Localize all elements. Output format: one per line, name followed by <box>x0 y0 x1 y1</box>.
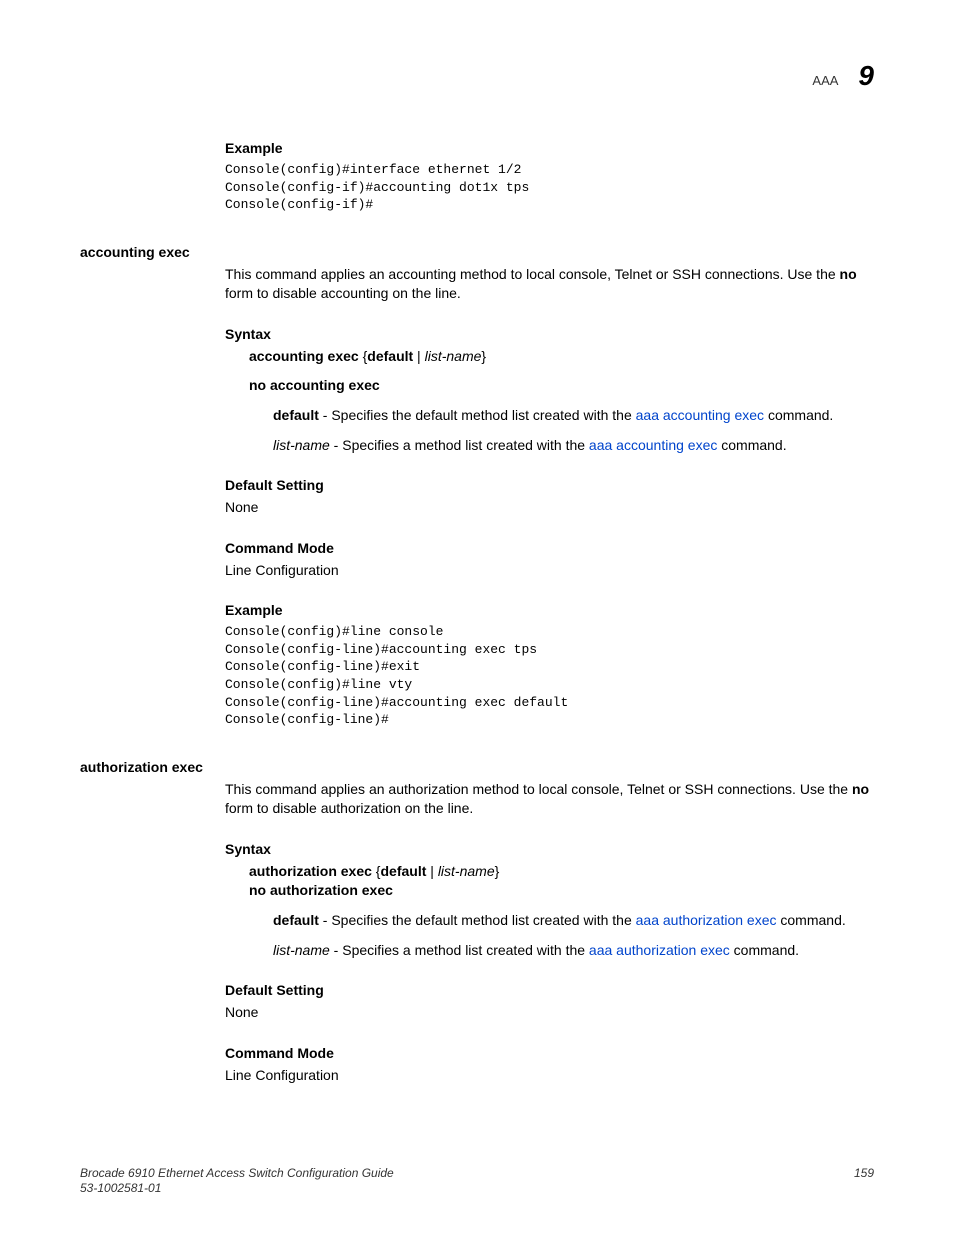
option-description: default - Specifies the default method l… <box>273 911 874 931</box>
header-section-label: AAA <box>812 73 838 88</box>
command-description: This command applies an accounting metho… <box>225 265 874 304</box>
code-block: Console(config)#line console Console(con… <box>225 623 874 728</box>
command-title-authorization-exec: authorization exec <box>80 759 874 775</box>
option-description: default - Specifies the default method l… <box>273 406 874 426</box>
page-header: AAA 9 <box>812 60 874 92</box>
code-block: Console(config)#interface ethernet 1/2 C… <box>225 161 874 214</box>
footer-page-number: 159 <box>854 1166 874 1197</box>
cross-reference-link[interactable]: aaa authorization exec <box>589 942 730 958</box>
cross-reference-link[interactable]: aaa accounting exec <box>636 407 764 423</box>
default-setting-heading: Default Setting <box>225 982 874 998</box>
syntax-line: accounting exec {default | list-name} <box>249 347 874 367</box>
default-setting-heading: Default Setting <box>225 477 874 493</box>
command-description: This command applies an authorization me… <box>225 780 874 819</box>
cross-reference-link[interactable]: aaa accounting exec <box>589 437 717 453</box>
command-mode-heading: Command Mode <box>225 1045 874 1061</box>
syntax-line: no accounting exec <box>249 376 874 396</box>
chapter-number: 9 <box>858 60 874 92</box>
example-heading: Example <box>225 602 874 618</box>
footer-doc-number: 53-1002581-01 <box>80 1181 394 1197</box>
example-heading: Example <box>225 140 874 156</box>
command-title-accounting-exec: accounting exec <box>80 244 874 260</box>
command-mode-value: Line Configuration <box>225 561 874 581</box>
default-setting-value: None <box>225 498 874 518</box>
option-description: list-name - Specifies a method list crea… <box>273 436 874 456</box>
footer-doc-title: Brocade 6910 Ethernet Access Switch Conf… <box>80 1166 394 1182</box>
page-footer: Brocade 6910 Ethernet Access Switch Conf… <box>80 1166 874 1197</box>
command-mode-value: Line Configuration <box>225 1066 874 1086</box>
cross-reference-link[interactable]: aaa authorization exec <box>636 912 777 928</box>
default-setting-value: None <box>225 1003 874 1023</box>
syntax-heading: Syntax <box>225 841 874 857</box>
syntax-heading: Syntax <box>225 326 874 342</box>
option-description: list-name - Specifies a method list crea… <box>273 941 874 961</box>
syntax-line: authorization exec {default | list-name}… <box>249 862 874 901</box>
command-mode-heading: Command Mode <box>225 540 874 556</box>
